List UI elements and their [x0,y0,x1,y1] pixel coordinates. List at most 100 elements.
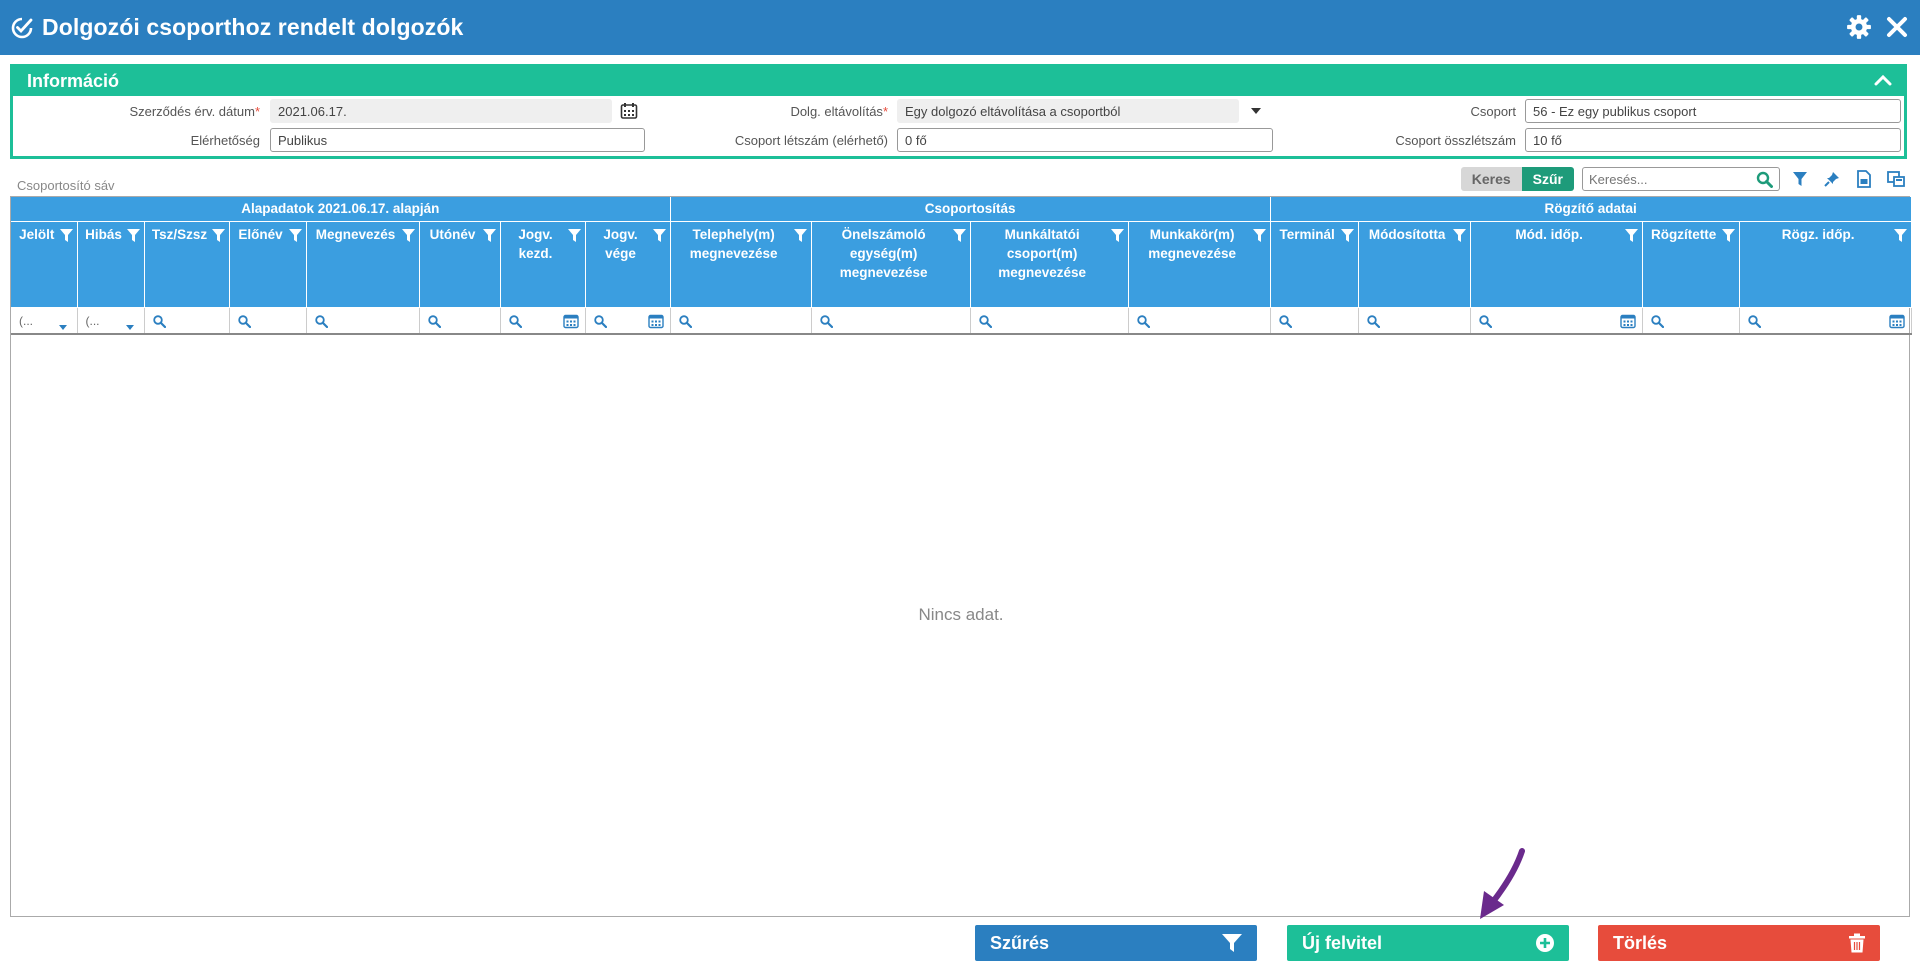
contract-date-row: Szerződés érv. dátum* 2021.06.17. [20,99,638,123]
column-header[interactable]: Rögz. időp. [1739,221,1912,308]
grouping-bar[interactable]: Csoportosító sáv [17,178,115,193]
search-icon [1478,314,1492,331]
column-filter-icon[interactable] [401,228,415,247]
filter-cell[interactable]: (... [11,307,78,335]
column-header-label: Rögzítette [1651,226,1717,242]
group-total-field[interactable]: 10 fő [1525,128,1901,152]
column-filter-icon[interactable] [952,228,966,247]
export-toolbar-button[interactable] [1852,167,1876,191]
column-header[interactable]: Tsz/Szsz [144,221,230,308]
column-filter-icon[interactable] [59,228,73,247]
calendar-icon[interactable] [620,102,638,120]
delete-button-label: Törlés [1613,932,1668,953]
title-bar: Dolgozói csoporthoz rendelt dolgozók [0,0,1920,55]
filter-cell[interactable] [144,307,230,335]
empty-message: Nincs adat. [918,605,1004,624]
filter-cell[interactable] [1739,307,1912,335]
column-header[interactable]: Munkakör(m) megnevezése [1128,221,1271,308]
filter-button[interactable]: Szűrés [975,925,1257,961]
close-icon[interactable] [1886,16,1908,38]
search-icon [978,314,992,331]
column-filter-icon[interactable] [793,228,807,247]
column-header[interactable]: Rögzítette [1642,221,1740,308]
calendar-icon[interactable] [562,313,579,332]
filter-cell[interactable] [811,307,971,335]
pin-toolbar-button[interactable] [1820,167,1844,191]
column-header[interactable]: Telephely(m) megnevezése [670,221,812,308]
column-filter-icon[interactable] [1252,228,1266,247]
column-header[interactable]: Terminál [1270,221,1359,308]
column-filter-icon[interactable] [1721,228,1735,247]
group-total-row: Csoport összlétszám 10 fő [1300,128,1901,152]
szur-toggle[interactable]: Szűr [1521,167,1574,191]
trash-icon [1849,933,1865,953]
info-panel-header[interactable]: Információ [13,67,1904,96]
calendar-icon[interactable] [647,313,664,332]
column-filter-icon[interactable] [567,228,581,247]
filter-cell[interactable] [229,307,307,335]
filter-toolbar-button[interactable] [1788,167,1812,191]
column-filter-icon[interactable] [1340,228,1354,247]
keres-toggle[interactable]: Keres [1460,167,1522,191]
filter-cell[interactable] [1270,307,1359,335]
search-icon[interactable] [1756,171,1773,188]
filter-cell[interactable]: (... [77,307,145,335]
removal-select[interactable]: Egy dolgozó eltávolítása a csoportból [897,99,1239,123]
search-icon [819,314,833,331]
search-input[interactable] [1589,171,1749,187]
filter-cell[interactable] [585,307,671,335]
access-field[interactable]: Publikus [270,128,645,152]
column-header[interactable]: Jelölt [11,221,78,308]
gear-icon[interactable] [1846,14,1872,40]
chevron-up-icon[interactable] [1874,73,1892,87]
columns-toolbar-button[interactable] [1884,167,1908,191]
column-header-label: Rögz. időp. [1781,226,1855,242]
filter-dropdown-value: (... [85,313,100,328]
delete-button[interactable]: Törlés [1598,925,1880,961]
column-header[interactable]: Munkáltatói csoport(m) megnevezése [970,221,1129,308]
search-icon [152,314,166,331]
search-icon [1366,314,1380,331]
column-header[interactable]: Hibás [77,221,145,308]
caret-down-icon[interactable] [125,319,134,333]
column-filter-icon[interactable] [126,228,140,247]
filter-cell[interactable] [1358,307,1471,335]
search-icon [1136,314,1150,331]
grid-table: Alapadatok 2021.06.17. alapján Csoportos… [11,197,1912,335]
column-header[interactable]: Előnév [229,221,307,308]
new-record-button[interactable]: Új felvitel [1287,925,1569,961]
filter-cell[interactable] [1128,307,1271,335]
filter-cell[interactable] [306,307,420,335]
caret-down-icon[interactable] [1251,108,1261,114]
calendar-icon[interactable] [1619,313,1636,332]
column-header-label: Mód. időp. [1515,226,1583,242]
column-filter-icon[interactable] [1452,228,1466,247]
column-filter-icon[interactable] [288,228,302,247]
column-filter-icon[interactable] [1110,228,1124,247]
column-filter-icon[interactable] [211,228,225,247]
column-filter-icon[interactable] [1624,228,1638,247]
caret-down-icon[interactable] [58,319,67,333]
filter-cell[interactable] [970,307,1129,335]
column-filter-icon[interactable] [652,228,666,247]
column-header[interactable]: Mód. időp. [1470,221,1643,308]
filter-icon [1793,172,1807,186]
group-count-field[interactable]: 0 fő [897,128,1273,152]
group-field[interactable]: 56 - Ez egy publikus csoport [1525,99,1901,123]
column-header[interactable]: Önelszámoló egység(m) megnevezése [811,221,971,308]
column-header[interactable]: Megnevezés [306,221,420,308]
filter-cell[interactable] [1642,307,1740,335]
column-header[interactable]: Jogv. vége [585,221,671,308]
column-filter-icon[interactable] [482,228,496,247]
column-header[interactable]: Jogv. kezd. [500,221,586,308]
column-filter-icon[interactable] [1893,228,1907,247]
column-header[interactable]: Utónév [419,221,501,308]
filter-cell[interactable] [419,307,501,335]
filter-cell[interactable] [500,307,586,335]
filter-cell[interactable] [670,307,812,335]
filter-cell[interactable] [1470,307,1643,335]
calendar-icon[interactable] [1888,313,1905,332]
column-header-label: Önelszámoló egység(m) megnevezése [839,226,928,280]
contract-date-field[interactable]: 2021.06.17. [270,99,612,123]
column-header[interactable]: Módosította [1358,221,1471,308]
